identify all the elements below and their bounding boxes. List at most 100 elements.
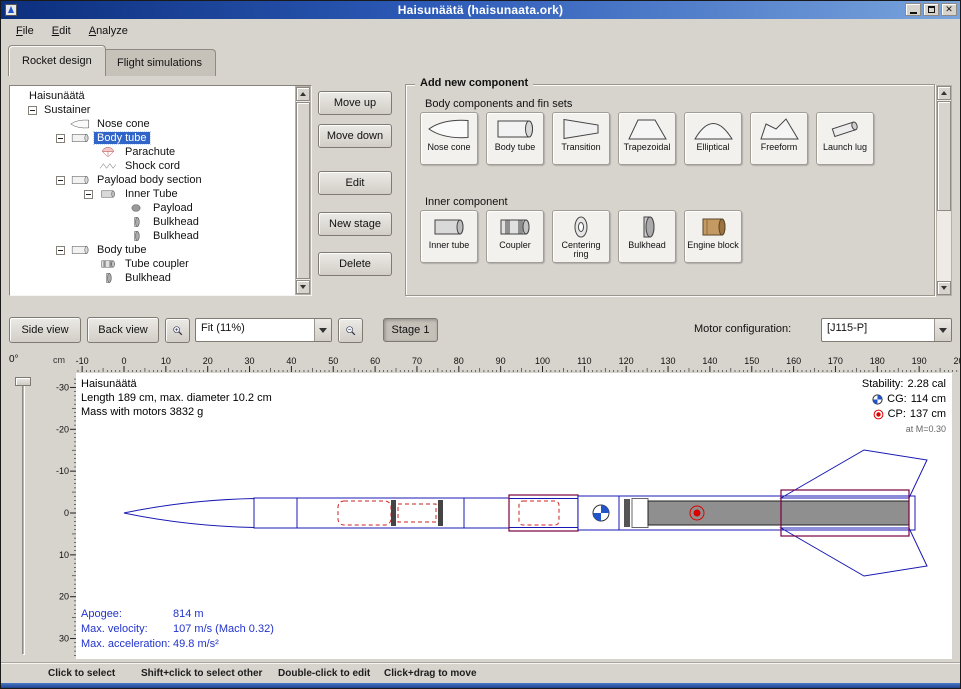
bulkhead-shape[interactable] (438, 500, 443, 526)
rotation-slider-track[interactable] (22, 377, 25, 655)
scroll-up-button[interactable] (937, 86, 951, 100)
bulkhead-shape[interactable] (391, 500, 396, 526)
add-freeform-button[interactable]: Freeform (750, 112, 808, 165)
tree-item-label: Payload (150, 202, 196, 214)
move-down-button[interactable]: Move down (318, 124, 392, 148)
motor-configuration-label: Motor configuration: (694, 323, 791, 335)
edit-button[interactable]: Edit (318, 171, 392, 195)
tree-item-bulkhead[interactable]: Bulkhead (12, 271, 293, 285)
max-velocity-value: 107 m/s (Mach 0.32) (173, 623, 274, 635)
fin-lower-shape[interactable] (781, 528, 927, 576)
component-tree[interactable]: HaisunäätäSustainerNose coneBody tubePar… (12, 89, 293, 294)
apogee-value: 814 m (173, 608, 204, 620)
motor-configuration-select[interactable]: [J115-P] (821, 318, 952, 342)
new-stage-button[interactable]: New stage (318, 212, 392, 236)
tree-expander-icon[interactable] (56, 176, 65, 185)
palette-scrollbar-thumb[interactable] (937, 101, 951, 211)
tab-flight-simulations[interactable]: Flight simulations (103, 49, 216, 76)
add-elliptical-button[interactable]: Elliptical (684, 112, 742, 165)
add-engine-block-button[interactable]: Engine block (684, 210, 742, 263)
tree-item-nose-cone[interactable]: Nose cone (12, 117, 293, 131)
tree-item-body-tube[interactable]: Body tube (12, 243, 293, 257)
fin-upper-shape[interactable] (781, 450, 927, 498)
tab-label: Flight simulations (117, 57, 202, 69)
add-trapezoidal-button[interactable]: Trapezoidal (618, 112, 676, 165)
tree-expander-icon[interactable] (56, 134, 65, 143)
svg-text:30: 30 (59, 634, 69, 644)
stage-1-toggle[interactable]: Stage 1 (383, 318, 438, 342)
status-hint: Click+drag to move (384, 668, 477, 679)
menu-file[interactable]: File (7, 22, 43, 40)
tree-scrollbar[interactable] (295, 86, 311, 295)
tree-item-haisun-t[interactable]: Haisunäätä (12, 89, 293, 103)
tree-item-shock-cord[interactable]: Shock cord (12, 159, 293, 173)
forward-body-tube-shape[interactable] (254, 498, 509, 528)
add-launch-lug-button[interactable]: Launch lug (816, 112, 874, 165)
tree-expander-icon[interactable] (84, 190, 93, 199)
delete-button[interactable]: Delete (318, 252, 392, 276)
tree-expander-icon[interactable] (56, 246, 65, 255)
window-icon[interactable] (5, 4, 17, 16)
payload-shape[interactable] (519, 501, 559, 525)
tree-item-bulkhead[interactable]: Bulkhead (12, 215, 293, 229)
tree-item-label: Body tube (94, 244, 150, 256)
bulkhead-shape[interactable] (624, 499, 630, 527)
body-components-label: Body components and fin sets (425, 98, 572, 110)
rotation-slider[interactable] (14, 375, 32, 657)
rocket-canvas[interactable]: Haisunäätä Length 189 cm, max. diameter … (76, 373, 952, 659)
side-view-button[interactable]: Side view (9, 317, 81, 343)
add-nose-cone-button[interactable]: Nose cone (420, 112, 478, 165)
tree-item-parachute[interactable]: Parachute (12, 145, 293, 159)
tree-expander-icon[interactable] (28, 106, 37, 115)
minimize-button[interactable] (905, 3, 921, 16)
menu-analyze[interactable]: Analyze (80, 22, 137, 40)
component-button-label: Body tube (495, 143, 536, 152)
rotation-slider-thumb[interactable] (15, 377, 31, 386)
add-body-tube-button[interactable]: Body tube (486, 112, 544, 165)
bulkhead-icon (125, 216, 147, 228)
tree-indent (12, 208, 125, 209)
back-view-button[interactable]: Back view (87, 317, 159, 343)
component-button-label: Inner tube (429, 241, 470, 250)
tree-item-inner-tube[interactable]: Inner Tube (12, 187, 293, 201)
scroll-down-button[interactable] (937, 281, 951, 295)
add-coupler-button[interactable]: Coupler (486, 210, 544, 263)
add-transition-button[interactable]: Transition (552, 112, 610, 165)
title-bar[interactable]: Haisunäätä (haisunaata.ork) ✕ (1, 1, 960, 19)
ruler-unit-label: cm (53, 355, 73, 365)
tab-rocket-design[interactable]: Rocket design (8, 45, 106, 76)
dropdown-button[interactable] (934, 319, 951, 341)
add-centering-ring-button[interactable]: Centering ring (552, 210, 610, 263)
tree-item-sustainer[interactable]: Sustainer (12, 103, 293, 117)
menu-edit[interactable]: Edit (43, 22, 80, 40)
scroll-down-button[interactable] (296, 280, 310, 294)
palette-scrollbar[interactable] (936, 85, 952, 296)
tree-item-bulkhead[interactable]: Bulkhead (12, 229, 293, 243)
chevron-down-icon (319, 328, 327, 333)
svg-text:10: 10 (59, 550, 69, 560)
tree-indent (12, 278, 97, 279)
tree-item-payload-body-section[interactable]: Payload body section (12, 173, 293, 187)
tree-scrollbar-thumb[interactable] (296, 102, 310, 279)
maximize-button[interactable] (923, 3, 939, 16)
menu-bar: FileEditAnalyze (1, 19, 960, 43)
tree-item-payload[interactable]: Payload (12, 201, 293, 215)
dropdown-button[interactable] (314, 319, 331, 341)
zoom-out-button[interactable] (338, 318, 363, 343)
motor-shape[interactable] (648, 501, 909, 525)
cg-label: CG: (887, 392, 907, 407)
add-bulkhead-button[interactable]: Bulkhead (618, 210, 676, 263)
tree-item-label: Haisunäätä (26, 90, 88, 102)
scroll-up-button[interactable] (296, 87, 310, 101)
tree-item-tube-coupler[interactable]: Tube coupler (12, 257, 293, 271)
zoom-in-button[interactable] (165, 318, 190, 343)
arrow-up-icon (941, 91, 947, 95)
tree-item-label: Parachute (122, 146, 178, 158)
tree-item-body-tube[interactable]: Body tube (12, 131, 293, 145)
move-up-button[interactable]: Move up (318, 91, 392, 115)
close-button[interactable]: ✕ (941, 3, 957, 16)
stability-label: Stability: (862, 377, 904, 392)
zoom-level-select[interactable]: Fit (11%) (195, 318, 332, 342)
nose-cone-shape[interactable] (124, 499, 254, 528)
add-inner-tube-button[interactable]: Inner tube (420, 210, 478, 263)
